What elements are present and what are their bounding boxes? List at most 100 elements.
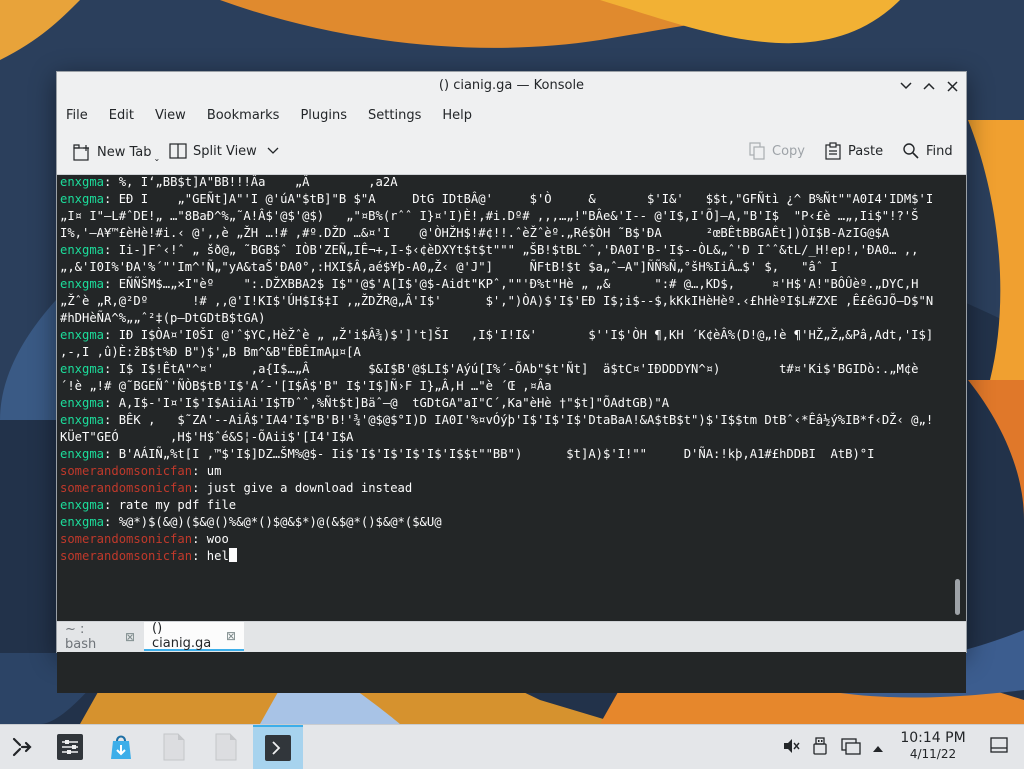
terminal-line: enxgma: %@*)$(&@)($&@()%&@*()$@&$*)@(&$@… (60, 514, 940, 531)
split-view-icon (169, 143, 187, 159)
taskbar: 10:14 PM 4/11/22 (0, 724, 1024, 769)
chat-nick: enxgma (60, 192, 105, 206)
clock-time: 10:14 PM (900, 730, 966, 746)
copy-label: Copy (772, 143, 805, 159)
split-view-label: Split View (193, 143, 257, 159)
chat-nick: enxgma (60, 515, 105, 529)
chat-message: I$ I$!ÊtA"^¤' ,a{I$…„Â $&I$B'@$LI$'Aýú[I… (60, 362, 926, 393)
close-icon[interactable]: ⊠ (226, 629, 236, 643)
terminal-line: enxgma: IÐ I$ÒA¤'I0ŠI @'ˆ$YC,HèŽˆè „ „Ž'… (60, 327, 940, 361)
nick-separator: : (192, 532, 207, 546)
terminal-line: somerandomsonicfan: um (60, 463, 940, 480)
chat-message: A,I$-'I¤'I$'I$AiiAi'I$TÐˆˆ,%Ñt$t]Bäˆ—@ t… (118, 396, 670, 410)
terminal-line: enxgma: EÐ I „"GEÑt]A"'I @'úA"$tB]"B $"A… (60, 191, 940, 242)
terminal-line: enxgma: %, I‘„BB$t]A"BB!!!Âa „Â ,a2A (60, 175, 940, 191)
nick-separator: : (104, 175, 119, 189)
chat-message: woo (206, 532, 229, 546)
terminal-line: somerandomsonicfan: woo (60, 531, 940, 548)
usb-device-icon[interactable] (813, 737, 827, 759)
close-icon (946, 80, 958, 92)
kde-launcher-icon (12, 737, 32, 757)
window-title: () cianig.ga — Konsole (438, 78, 585, 93)
chat-message: Ii-]Fˆ‹!ˆ „ šð@„ ˜BGB$ˆ IÒB'ZEÑ„IÊ¬+,I-$… (60, 243, 926, 274)
konsole-window: () cianig.ga — Konsole File Edit View Bo… (56, 71, 967, 693)
clock-date: 4/11/22 (909, 747, 957, 761)
new-tab-button[interactable]: New Tab ⌄ (73, 142, 160, 163)
paste-label: Paste (848, 143, 884, 159)
chat-nick: enxgma (60, 498, 105, 512)
menu-plugins[interactable]: Plugins (300, 108, 347, 123)
chat-nick: somerandomsonicfan (60, 549, 193, 563)
task-file-2[interactable] (206, 725, 246, 769)
menu-bar: File Edit View Bookmarks Plugins Setting… (57, 100, 966, 130)
menu-bookmarks[interactable]: Bookmarks (207, 108, 280, 123)
chevron-down-icon (900, 82, 912, 90)
show-desktop-icon[interactable] (990, 737, 1008, 757)
application-launcher-button[interactable] (2, 725, 42, 769)
find-button[interactable]: Find (902, 142, 953, 160)
toolbar: New Tab ⌄ Split View Copy Paste Find (57, 130, 966, 175)
chat-message: EÑÑŠM$…„×I"èº ":.DŽXBBA2$ I$"'@$'A[I$'@$… (60, 277, 934, 325)
nick-separator: : (192, 481, 207, 495)
tab-bash[interactable]: ~ : bash ⊠ (57, 622, 143, 652)
nick-separator: : (104, 277, 119, 291)
find-label: Find (926, 143, 953, 159)
tab-label: () cianig.ga (152, 620, 212, 651)
menu-view[interactable]: View (155, 108, 186, 123)
file-icon (163, 733, 185, 761)
maximize-button[interactable] (919, 76, 939, 96)
nick-separator: : (104, 515, 119, 529)
volume-muted-icon[interactable] (782, 737, 800, 759)
menu-settings[interactable]: Settings (368, 108, 421, 123)
chat-message: just give a download instead (206, 481, 413, 495)
task-file-1[interactable] (154, 725, 194, 769)
tab-cianig[interactable]: () cianig.ga ⊠ (144, 620, 244, 651)
chat-nick: somerandomsonicfan (60, 481, 193, 495)
minimize-button[interactable] (896, 76, 916, 96)
copy-button[interactable]: Copy (748, 142, 805, 160)
terminal-line: somerandomsonicfan: just give a download… (60, 480, 940, 497)
chat-nick: enxgma (60, 277, 105, 291)
nick-separator: : (104, 498, 119, 512)
menu-file[interactable]: File (66, 108, 88, 123)
terminal-line: enxgma: Ii-]Fˆ‹!ˆ „ šð@„ ˜BGB$ˆ IÒB'ZEÑ„… (60, 242, 940, 276)
menu-help[interactable]: Help (442, 108, 472, 123)
task-discover[interactable] (101, 725, 141, 769)
dropdown-indicator-icon: ⌄ (153, 154, 161, 163)
title-bar[interactable]: () cianig.ga — Konsole (57, 72, 966, 100)
chevron-up-icon (923, 82, 935, 90)
terminal-line: enxgma: BÊK , $˜ZA'--AiÂ$'IA4'I$"B'B!'¾'… (60, 412, 940, 446)
konsole-icon (265, 735, 291, 761)
chat-nick: somerandomsonicfan (60, 532, 193, 546)
split-view-button[interactable]: Split View (169, 142, 285, 160)
tray-expand-icon[interactable] (872, 739, 884, 758)
nick-separator: : (104, 396, 119, 410)
chat-nick: enxgma (60, 362, 105, 376)
new-tab-icon (73, 143, 89, 161)
task-konsole[interactable] (253, 725, 303, 769)
chat-message: EÐ I „"GEÑt]A"'I @'úA"$tB]"B $"A DtG IDt… (60, 192, 934, 240)
nick-separator: : (104, 192, 119, 206)
nick-separator: : (104, 328, 119, 342)
terminal-scrollbar[interactable] (955, 579, 960, 615)
paste-button[interactable]: Paste (824, 142, 883, 160)
text-cursor (228, 548, 237, 562)
chat-nick: enxgma (60, 175, 105, 189)
chat-nick: enxgma (60, 413, 105, 427)
close-button[interactable] (942, 76, 962, 96)
paste-icon (825, 142, 841, 160)
menu-edit[interactable]: Edit (109, 108, 134, 123)
search-icon (903, 143, 919, 159)
close-icon[interactable]: ⊠ (125, 630, 135, 644)
chat-nick: enxgma (60, 243, 105, 257)
terminal-view[interactable]: enxgma: %, I‘„BB$t]A"BB!!!Âa „Â ,a2A enxg… (57, 175, 966, 693)
chat-nick: enxgma (60, 396, 105, 410)
terminal-line: enxgma: A,I$-'I¤'I$'I$AiiAi'I$TÐˆˆ,%Ñt$t… (60, 395, 940, 412)
network-icon[interactable] (841, 737, 861, 759)
chevron-down-icon[interactable] (267, 147, 279, 155)
discover-icon (111, 735, 131, 759)
task-system-settings[interactable] (50, 725, 90, 769)
digital-clock[interactable]: 10:14 PM 4/11/22 (894, 730, 972, 762)
file-icon (215, 733, 237, 761)
terminal-line: enxgma: B'AÁIÑ„%t[I ,™$'I$]DZ…ŠM%@$- Ii$… (60, 446, 940, 463)
